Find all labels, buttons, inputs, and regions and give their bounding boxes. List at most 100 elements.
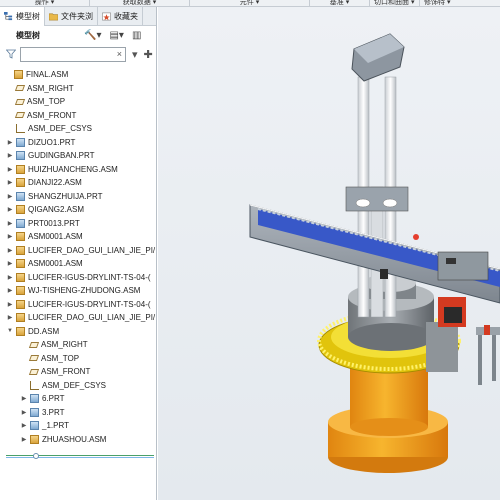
expand-toggle-icon[interactable]: ▶ [6,179,14,186]
datum-plane-icon [14,98,26,105]
ribbon-group-bar: 操作 ▾ 获取数据 ▾ 元件 ▾ 基准 ▾ 切口和曲面 ▾ 修饰特 ▾ [0,0,500,7]
expand-toggle-icon[interactable]: ▶ [6,193,14,200]
tab-favorites[interactable]: 收藏夹 [98,7,143,26]
expand-toggle-icon[interactable]: ▶ [6,301,14,308]
filter-icon[interactable] [6,49,16,59]
ribbon-group-component[interactable]: 元件 ▾ [190,0,310,6]
expand-toggle-icon[interactable]: ▶ [6,274,14,281]
tree-row-label: DD.ASM [28,326,60,336]
tree-row[interactable]: FINAL.ASM [0,68,156,82]
expand-toggle-icon[interactable]: ▶ [6,233,14,240]
tree-row[interactable]: ▶ HUIZHUANCHENG.ASM [0,163,156,177]
slider-bushing-right [382,198,398,208]
tree-row[interactable]: ▼ DD.ASM [0,325,156,339]
graphics-window[interactable] [158,7,500,500]
tree-row[interactable]: ▶ ASM0001.ASM [0,257,156,271]
tree-row-label: LUCIFER_DAO_GUI_LIAN_JIE_PI/ [28,313,156,323]
tree-row[interactable]: ASM_RIGHT [0,338,156,352]
assembly-icon [16,164,25,174]
tree-row[interactable]: ASM_RIGHT [0,82,156,96]
tree-row[interactable]: ▶ LUCIFER-IGUS-DRYLINT-TS-04-( [0,298,156,312]
tree-row[interactable]: ▶ DIANJI22.ASM [0,176,156,190]
expand-toggle-icon[interactable]: ▶ [6,247,14,254]
tree-row[interactable]: ▶ ZHUASHOU.ASM [0,433,156,447]
tab-folder-browser[interactable]: 文件夹浏 [45,7,98,26]
part-icon [16,191,25,201]
expand-toggle-icon[interactable]: ▶ [6,166,14,173]
search-text-input[interactable] [21,47,113,61]
tree-row[interactable]: ASM_TOP [0,95,156,109]
model-tree-icon [4,12,13,21]
part-icon [30,421,39,431]
expand-toggle-icon[interactable]: ▶ [6,260,14,267]
search-dropdown-icon[interactable]: ▾ [132,48,138,61]
expand-toggle-icon[interactable]: ▶ [20,395,28,402]
tree-row[interactable]: ▶ WJ-TISHENG-ZHUDONG.ASM [0,284,156,298]
fitting-red [413,234,419,240]
tree-row-label: _1.PRT [42,421,69,431]
tree-row[interactable]: ▶ LUCIFER_DAO_GUI_LIAN_JIE_PI/ [0,244,156,258]
tree-options-icon[interactable]: ▥ [132,30,141,41]
part-icon [16,218,25,228]
ribbon-group-get-data[interactable]: 获取数据 ▾ [90,0,190,6]
navigator-panel: 模型树 文件夹浏 收藏夹 模型树 🔨▾ ▤▾ ▥ × ▾ ✚ FINAL.ASM… [0,7,157,500]
tree-row[interactable]: ▶ SHANGZHUIJA.PRT [0,190,156,204]
part-icon [16,151,25,161]
base-column-bottom [350,418,428,436]
expand-toggle-icon[interactable]: ▶ [6,206,14,213]
expand-toggle-icon[interactable]: ▶ [20,409,28,416]
ribbon-group-cut-surface[interactable]: 切口和曲面 ▾ [370,0,420,6]
expand-toggle-icon[interactable]: ▼ [6,328,14,334]
slider-bushing-left [355,198,371,208]
tree-row-label: ASM_FRONT [27,110,77,120]
expand-toggle-icon[interactable]: ▶ [6,314,14,321]
fitting-black [380,269,388,279]
tree-row[interactable]: ▶ ASM0001.ASM [0,230,156,244]
expand-toggle-icon[interactable]: ▶ [20,422,28,429]
tree-row[interactable]: ▶ LUCIFER-IGUS-DRYLINT-TS-04-( [0,271,156,285]
ribbon-group-operations[interactable]: 操作 ▾ [0,0,90,6]
tree-row[interactable]: ▶ 3.PRT [0,406,156,420]
clear-search-icon[interactable]: × [117,49,122,59]
tree-row[interactable]: ASM_TOP [0,352,156,366]
expand-toggle-icon[interactable]: ▶ [6,220,14,227]
expand-toggle-icon[interactable]: ▶ [6,287,14,294]
scrollbar-thumb[interactable] [33,453,39,459]
add-filter-icon[interactable]: ✚ [144,48,153,61]
tree-columns-icon[interactable]: ▤▾ [109,30,123,41]
tree-row[interactable]: ▶ 6.PRT [0,392,156,406]
tree-row[interactable]: ASM_DEF_CSYS [0,122,156,136]
tree-row-label: GUDINGBAN.PRT [28,151,95,161]
assembly-icon [16,245,25,255]
assembly-icon [16,272,25,282]
tree-settings-icon[interactable]: 🔨▾ [84,30,101,41]
part-icon [30,407,39,417]
tab-favorites-label: 收藏夹 [114,12,138,21]
expand-toggle-icon[interactable]: ▶ [6,139,14,146]
tree-row[interactable]: ▶ DIZUO1.PRT [0,136,156,150]
tree-row[interactable]: ASM_FRONT [0,109,156,123]
tree-row[interactable]: ASM_FRONT [0,365,156,379]
assembly-icon [14,70,23,80]
tree-row[interactable]: ASM_DEF_CSYS [0,379,156,393]
horizontal-scrollbar[interactable] [6,455,154,458]
tree-row[interactable]: ▶ GUDINGBAN.PRT [0,149,156,163]
tree-row-label: ASM0001.ASM [28,232,83,242]
tree-row[interactable]: ▶ PRT0013.PRT [0,217,156,231]
assembly-icon [16,299,25,309]
assembly-3d-model[interactable] [158,7,500,500]
expand-toggle-icon[interactable]: ▶ [6,152,14,159]
assembly-icon [16,313,25,323]
gripper-finger-right [492,335,496,381]
ribbon-group-datum[interactable]: 基准 ▾ [310,0,370,6]
assembly-icon [30,434,39,444]
tree-row[interactable]: ▶ LUCIFER_DAO_GUI_LIAN_JIE_PI/ [0,311,156,325]
tab-model-tree[interactable]: 模型树 [0,7,45,26]
datum-plane-icon [28,341,40,348]
ribbon-group-modifier[interactable]: 修饰特 ▾ [420,0,500,6]
assembly-icon [16,286,25,296]
tree-row[interactable]: ▶ QIGANG2.ASM [0,203,156,217]
tree-row[interactable]: ▶ _1.PRT [0,419,156,433]
expand-toggle-icon[interactable]: ▶ [20,436,28,443]
model-tree-search-input[interactable]: × [20,46,126,62]
